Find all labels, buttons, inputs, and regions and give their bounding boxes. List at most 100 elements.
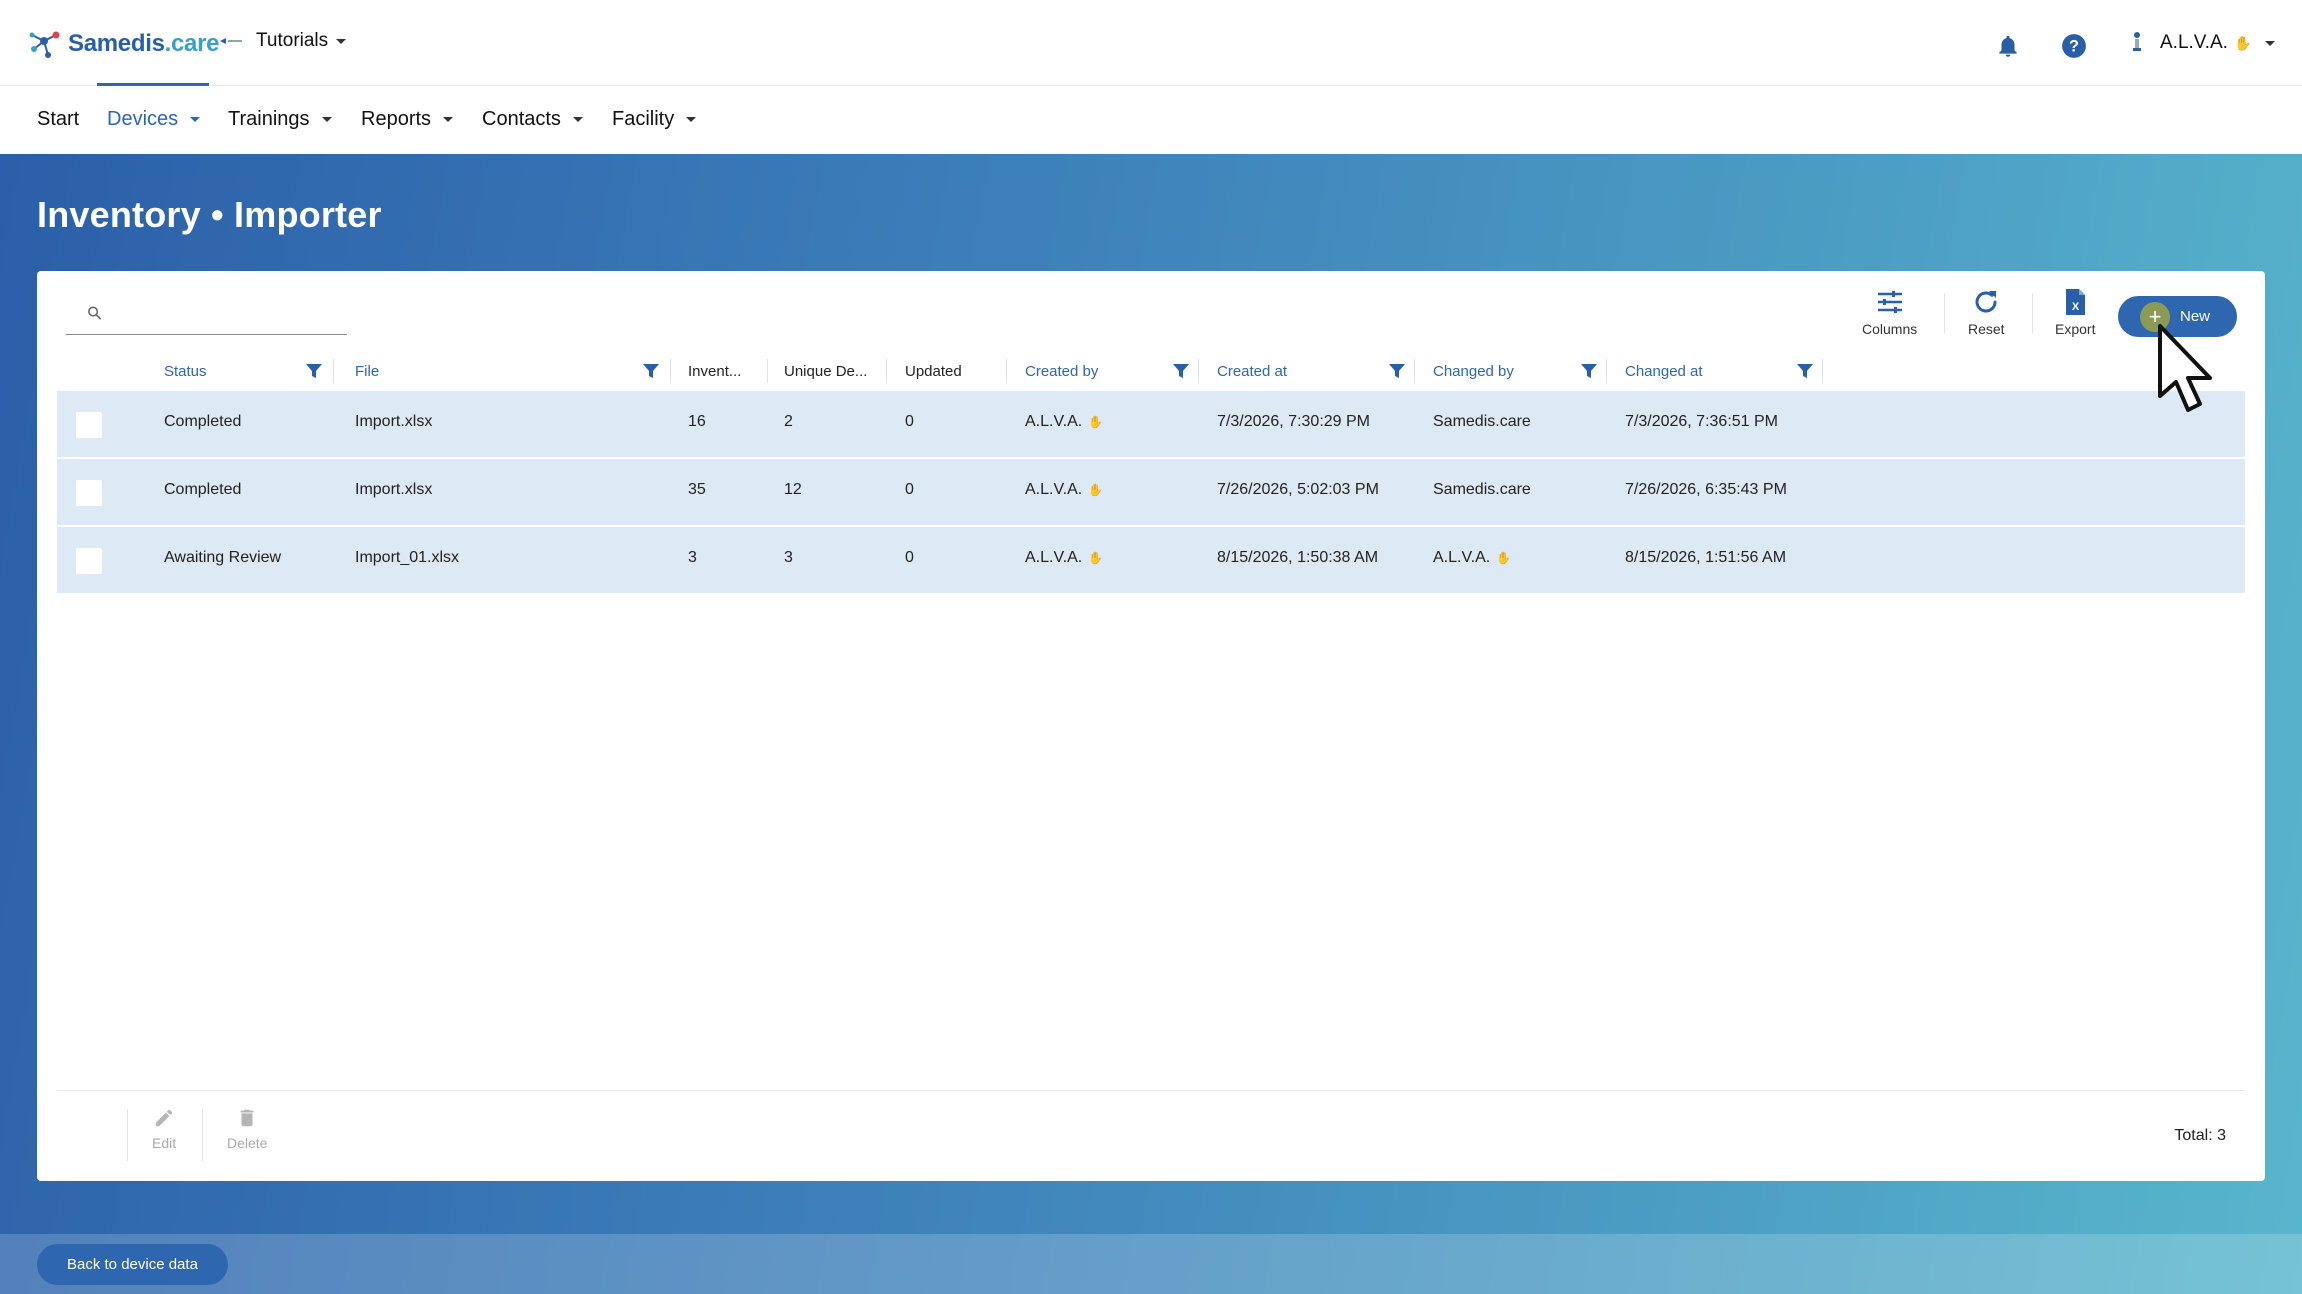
search-icon [88,306,102,320]
bell-icon[interactable] [1995,33,2021,59]
cell-file: Import.xlsx [355,481,433,498]
footer-divider [57,1090,2245,1091]
export-button[interactable]: X Export [2055,287,2095,337]
help-icon[interactable]: ? [2061,33,2087,59]
footer-divider-vertical [127,1109,128,1161]
column-divider [670,359,671,383]
col-header-file[interactable]: File [355,351,379,391]
chevron-down-icon [321,117,332,122]
col-header-updated[interactable]: Updated [905,351,962,391]
back-to-device-data-button[interactable]: Back to device data [37,1244,228,1285]
filter-icon[interactable] [1387,361,1407,381]
toolbar-divider [2032,293,2033,333]
row-checkbox[interactable] [76,480,102,506]
cell-created-at: 8/15/2026, 1:50:38 AM [1217,549,1379,566]
col-header-changed-at[interactable]: Changed at [1625,351,1703,391]
delete-button[interactable]: Delete [227,1107,267,1151]
nav-label: Devices [107,108,179,130]
hand-icon: ✋ [1496,551,1512,565]
refresh-icon [1975,291,1997,313]
samedis-logo[interactable]: Samedis.care [26,26,219,62]
sliders-icon [1877,291,1902,313]
chevron-down-icon [572,117,583,122]
row-checkbox[interactable] [76,548,102,574]
new-label: New [2180,308,2211,325]
cell-created-at: 7/3/2026, 7:30:29 PM [1217,413,1370,430]
search-box [66,291,347,335]
cell-status: Completed [164,481,242,498]
columns-label: Columns [1862,321,1918,337]
tenant-label: Tutorials [256,30,329,51]
cell-changed-by: Samedis.care [1433,413,1531,430]
cell-updated: 0 [905,481,914,498]
filter-icon[interactable] [1579,361,1599,381]
logo-text: Samedis.care [68,30,220,57]
search-input[interactable] [115,294,347,331]
reset-button[interactable]: Reset [1968,287,2005,337]
reset-label: Reset [1968,321,2005,337]
cell-file: Import.xlsx [355,413,433,430]
col-header-created-at[interactable]: Created at [1217,351,1287,391]
columns-button[interactable]: Columns [1862,287,1917,337]
cell-changed-by: A.L.V.A. ✋ [1433,549,1512,566]
table-row[interactable]: Completed Import.xlsx 16 2 0 A.L.V.A. ✋ 7… [57,391,2245,458]
filter-icon[interactable] [1795,361,1815,381]
nav-trainings[interactable]: Trainings [228,108,332,131]
cell-inventory: 3 [688,549,697,566]
tenant-logo-icon [220,38,242,44]
col-header-status[interactable]: Status [164,351,207,391]
importer-grid-card: Columns Reset X Export + New Status File… [37,271,2265,1181]
nav-label: Contacts [482,108,561,130]
nav-facility[interactable]: Facility [612,108,697,131]
hand-icon: ✋ [1088,483,1104,497]
cell-updated: 0 [905,413,914,430]
trash-icon [240,1109,254,1127]
user-avatar-icon [2133,32,2141,51]
export-label: Export [2055,321,2096,337]
nav-devices[interactable]: Devices [107,108,201,131]
filter-icon[interactable] [1171,361,1191,381]
pencil-icon [155,1109,173,1127]
bottom-bar: Back to device data [0,1234,2302,1294]
page-title: Inventory • Importer [37,194,382,235]
excel-file-icon: X [2066,289,2086,315]
chevron-down-icon [336,38,347,44]
logo-molecule-icon [29,31,60,58]
nav-label: Facility [612,108,675,130]
edit-button[interactable]: Edit [152,1107,176,1151]
col-header-unique-devices[interactable]: Unique De... [784,351,867,391]
toolbar-divider [1944,293,1945,333]
cell-inventory: 16 [688,413,706,430]
col-header-created-by[interactable]: Created by [1025,351,1098,391]
cell-unique: 2 [784,413,793,430]
cell-updated: 0 [905,549,914,566]
filter-icon[interactable] [304,361,324,381]
column-divider [767,359,768,383]
hand-icon: ✋ [2233,34,2252,51]
filter-icon[interactable] [641,361,661,381]
user-menu[interactable]: A.L.V.A. ✋ [2128,30,2276,56]
cell-status: Completed [164,413,242,430]
column-divider [886,359,887,383]
main-content: Inventory • Importer Columns Reset X Exp… [0,154,2302,1294]
nav-start[interactable]: Start [37,108,79,131]
col-header-inventory[interactable]: Invent... [688,351,741,391]
nav-contacts[interactable]: Contacts [482,108,583,131]
top-header: Samedis.care Tutorials ? A.L.V.A. ✋ [0,0,2302,86]
new-button[interactable]: + New [2118,296,2237,337]
col-header-changed-by[interactable]: Changed by [1433,351,1514,391]
row-checkbox[interactable] [76,412,102,438]
plus-icon: + [2140,301,2170,332]
column-divider [1822,359,1823,383]
cell-unique: 3 [784,549,793,566]
hand-icon: ✋ [1088,415,1104,429]
nav-reports[interactable]: Reports [361,108,454,131]
tenant-selector[interactable]: Tutorials [218,30,347,52]
svg-text:X: X [2072,301,2080,313]
cell-changed-at: 8/15/2026, 1:51:56 AM [1625,549,1787,566]
chevron-down-icon [443,117,454,122]
table-row[interactable]: Completed Import.xlsx 35 12 0 A.L.V.A. ✋ … [57,459,2245,526]
hand-icon: ✋ [1088,551,1104,565]
table-row[interactable]: Awaiting Review Import_01.xlsx 3 3 0 A.L… [57,527,2245,594]
main-nav: Start Devices Trainings Reports Contacts… [0,86,2302,154]
